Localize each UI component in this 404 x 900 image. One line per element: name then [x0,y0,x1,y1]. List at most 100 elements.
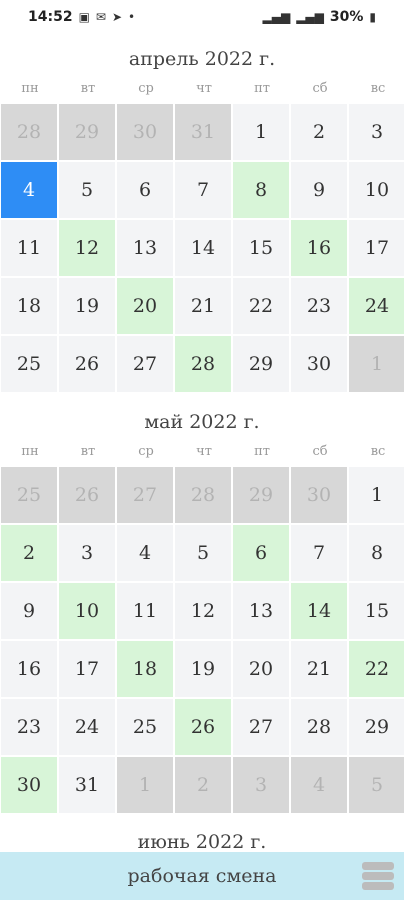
day-cell-work-shift[interactable]: 8 [233,162,289,218]
day-cell[interactable]: 29 [233,336,289,392]
weekday-label: ср [138,81,154,96]
day-cell[interactable]: 5 [59,162,115,218]
day-cell[interactable]: 23 [1,699,57,755]
dot-icon: • [128,10,136,24]
day-cell[interactable]: 29 [233,467,289,523]
day-cell[interactable]: 31 [59,757,115,813]
day-cell[interactable]: 1 [349,336,404,392]
day-cell[interactable]: 28 [1,104,57,160]
day-cell[interactable]: 1 [233,104,289,160]
day-cell[interactable]: 19 [59,278,115,334]
day-cell[interactable]: 10 [349,162,404,218]
day-cell[interactable]: 7 [175,162,231,218]
day-cell-work-shift[interactable]: 2 [1,525,57,581]
day-cell[interactable]: 3 [233,757,289,813]
month-title: май 2022 г. [144,411,260,433]
day-cell-work-shift[interactable]: 30 [1,757,57,813]
weekday-label: вт [80,444,96,459]
day-cell[interactable]: 27 [117,336,173,392]
weekday-label: чт [196,81,212,96]
day-cell[interactable]: 13 [233,583,289,639]
day-cell[interactable]: 26 [59,467,115,523]
day-cell-work-shift[interactable]: 10 [59,583,115,639]
day-cell[interactable]: 6 [117,162,173,218]
weekday-label: пн [21,81,39,96]
day-cell[interactable]: 19 [175,641,231,697]
day-cell[interactable]: 20 [233,641,289,697]
day-cell[interactable]: 28 [175,467,231,523]
day-cell[interactable]: 9 [291,162,347,218]
status-time: 14:52 [28,9,73,25]
day-cell[interactable]: 9 [1,583,57,639]
day-cell-work-shift[interactable]: 14 [291,583,347,639]
telegram-icon: ➤ [111,10,123,24]
day-cell-work-shift[interactable]: 26 [175,699,231,755]
gallery-icon: ▣ [78,10,90,24]
day-cell[interactable]: 25 [1,467,57,523]
day-cell[interactable]: 30 [291,336,347,392]
day-cell[interactable]: 30 [291,467,347,523]
day-cell[interactable]: 18 [1,278,57,334]
day-cell-work-shift[interactable]: 20 [117,278,173,334]
day-cell[interactable]: 31 [175,104,231,160]
day-cell-work-shift[interactable]: 22 [349,641,404,697]
day-cell[interactable]: 29 [349,699,404,755]
day-cell[interactable]: 7 [291,525,347,581]
day-cell[interactable]: 30 [117,104,173,160]
day-cell[interactable]: 17 [59,641,115,697]
day-cell[interactable]: 12 [175,583,231,639]
day-cell[interactable]: 22 [233,278,289,334]
day-cell[interactable]: 27 [233,699,289,755]
day-cell[interactable]: 21 [291,641,347,697]
hamburger-menu-icon[interactable] [362,860,394,892]
day-cell-work-shift[interactable]: 24 [349,278,404,334]
day-cell[interactable]: 27 [117,467,173,523]
weekday-label: вт [80,81,96,96]
day-cell[interactable]: 13 [117,220,173,276]
day-cell-work-shift[interactable]: 12 [59,220,115,276]
month-title: июнь 2022 г. [137,831,267,853]
day-cell[interactable]: 26 [59,336,115,392]
day-cell[interactable]: 5 [349,757,404,813]
messenger-icon: ✉ [95,10,106,24]
day-cell[interactable]: 5 [175,525,231,581]
day-cell[interactable]: 14 [175,220,231,276]
day-cell[interactable]: 24 [59,699,115,755]
work-shift-label[interactable]: рабочая смена [0,865,404,887]
day-cell[interactable]: 11 [117,583,173,639]
day-cell-work-shift[interactable]: 6 [233,525,289,581]
weekday-label: пн [21,444,39,459]
bottom-bar[interactable]: рабочая смена [0,852,404,900]
day-cell-selected[interactable]: 4 [1,162,57,218]
weekday-label: пт [254,444,270,459]
weekday-header: пн вт ср чт пт сб вс [0,81,404,101]
day-cell[interactable]: 4 [117,525,173,581]
weekday-label: сб [312,81,328,96]
day-cell[interactable]: 3 [349,104,404,160]
day-cell[interactable]: 21 [175,278,231,334]
day-cell-work-shift[interactable]: 16 [291,220,347,276]
day-cell[interactable]: 8 [349,525,404,581]
day-cell[interactable]: 17 [349,220,404,276]
day-cell[interactable]: 1 [349,467,404,523]
day-cell[interactable]: 2 [291,104,347,160]
day-cell[interactable]: 25 [117,699,173,755]
battery-level: 30% [329,9,364,25]
day-cell[interactable]: 3 [59,525,115,581]
status-bar: 14:52 ▣ ✉ ➤ • ▂▄▆ ▂▄▆ 30% ▮ [0,0,404,34]
day-cell-work-shift[interactable]: 28 [175,336,231,392]
day-cell[interactable]: 1 [117,757,173,813]
day-cell[interactable]: 23 [291,278,347,334]
day-cell[interactable]: 29 [59,104,115,160]
battery-icon: ▮ [369,10,376,24]
weekday-label: чт [196,444,212,459]
day-cell[interactable]: 15 [233,220,289,276]
day-cell[interactable]: 15 [349,583,404,639]
day-cell[interactable]: 25 [1,336,57,392]
day-cell[interactable]: 11 [1,220,57,276]
day-cell[interactable]: 16 [1,641,57,697]
day-cell-work-shift[interactable]: 18 [117,641,173,697]
day-cell[interactable]: 2 [175,757,231,813]
day-cell[interactable]: 28 [291,699,347,755]
day-cell[interactable]: 4 [291,757,347,813]
